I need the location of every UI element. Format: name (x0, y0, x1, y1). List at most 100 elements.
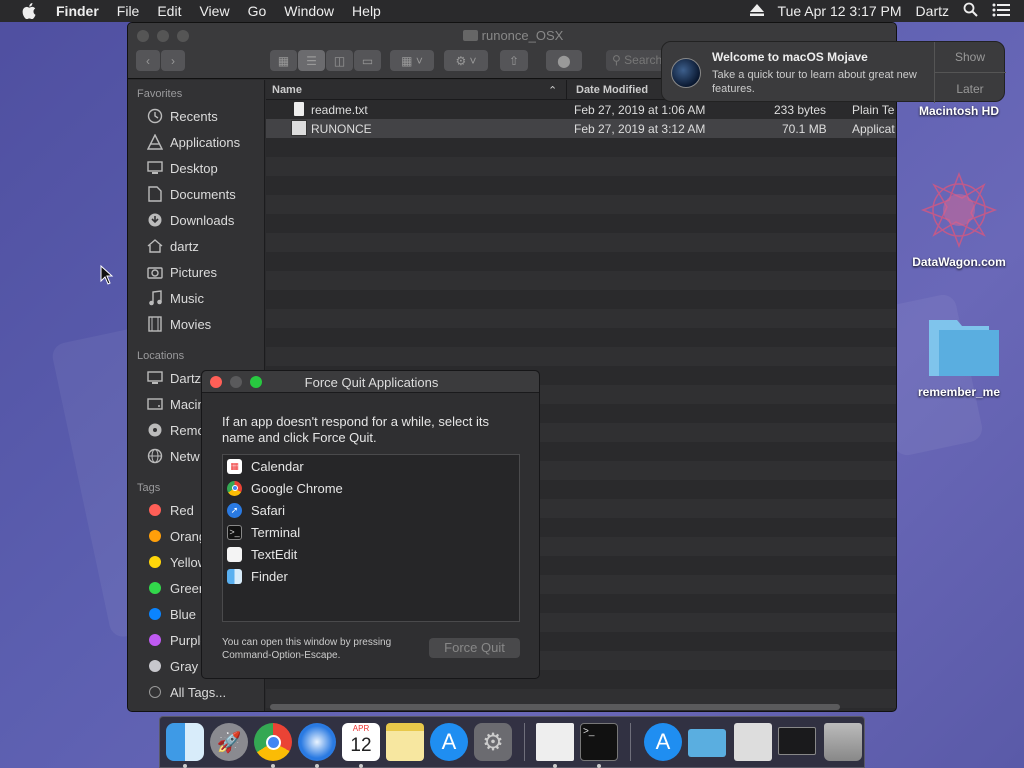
sidebar-item-movies[interactable]: Movies (146, 313, 266, 335)
sidebar-item-home[interactable]: dartz (146, 235, 266, 257)
menu-clock[interactable]: Tue Apr 12 3:17 PM (778, 3, 902, 19)
dock-notes-icon[interactable] (386, 723, 424, 761)
desktop-icon-datawagon[interactable]: DataWagon.com (899, 168, 1019, 269)
grid-icon: ▦ (277, 53, 290, 68)
file-date: Feb 27, 2019 at 3:12 AM (574, 122, 706, 136)
locations-header: Locations (137, 350, 185, 362)
sidebar-label: All Tags... (170, 684, 227, 700)
dock-textedit-icon[interactable] (536, 723, 574, 761)
app-list-item[interactable]: ▦ Calendar (223, 455, 519, 477)
sidebar-all-tags[interactable]: All Tags... (146, 681, 266, 703)
sidebar-label: Downloads (170, 212, 235, 228)
gallery-icon: ▭ (361, 53, 374, 68)
horizontal-scrollbar[interactable] (270, 704, 840, 710)
menu-help[interactable]: Help (352, 3, 381, 19)
dock-finder-icon[interactable] (166, 723, 204, 761)
notification-body: Take a quick tour to learn about great n… (712, 69, 917, 95)
app-list-item[interactable]: TextEdit (223, 543, 519, 565)
mojave-icon (671, 58, 701, 88)
search-input[interactable]: ⚲ Search (606, 50, 666, 71)
dock-minimized-window-icon[interactable] (778, 727, 816, 755)
desktop-icon-macintosh-hd[interactable]: Macintosh HD (899, 104, 1019, 118)
back-button[interactable]: ‹ (136, 50, 160, 71)
apple-menu-icon[interactable] (18, 0, 40, 22)
running-indicator (359, 764, 363, 768)
sidebar-item-music[interactable]: Music (146, 287, 266, 309)
dock-terminal-icon[interactable]: >_ (580, 723, 618, 761)
menu-user[interactable]: Dartz (916, 3, 949, 19)
sidebar-item-applications[interactable]: Applications (146, 131, 266, 153)
dock-preview-window-icon[interactable] (734, 723, 772, 761)
sidebar-item-downloads[interactable]: Downloads (146, 209, 266, 231)
dock-safari-icon[interactable] (298, 723, 336, 761)
notification-banner[interactable]: Welcome to macOS Mojave Take a quick tou… (661, 41, 1006, 103)
app-list-item[interactable]: Google Chrome (223, 477, 519, 499)
menu-file[interactable]: File (117, 3, 140, 19)
sidebar-item-pictures[interactable]: Pictures (146, 261, 266, 283)
mouse-cursor-icon (100, 264, 114, 288)
calendar-day: 12 (350, 735, 372, 756)
sidebar-label: Pictures (170, 264, 217, 280)
dock-downloads-folder-icon[interactable] (688, 729, 726, 757)
action-button[interactable]: ⚙ ˅ (444, 50, 488, 71)
force-quit-titlebar[interactable]: Force Quit Applications (202, 371, 539, 393)
force-quit-title: Force Quit Applications (304, 375, 439, 390)
force-quit-instructions: If an app doesn't respond for a while, s… (222, 414, 489, 445)
tag-button[interactable]: ⬤ (546, 50, 582, 71)
menu-go[interactable]: Go (248, 3, 267, 19)
column-date-header[interactable]: Date Modified (576, 84, 648, 96)
share-button[interactable]: ⇧ (500, 50, 528, 71)
list-view-button[interactable]: ☰ (298, 50, 325, 71)
sidebar-item-desktop[interactable]: Desktop (146, 157, 266, 179)
icon-view-button[interactable]: ▦ (270, 50, 297, 71)
file-row[interactable]: readme.txt Feb 27, 2019 at 1:06 AM 233 b… (266, 100, 896, 119)
sidebar-label: Music (170, 290, 204, 306)
dock-calendar-icon[interactable]: APR 12 (342, 723, 380, 761)
empty-row (266, 309, 896, 328)
music-note-icon (146, 289, 164, 307)
force-quit-window: Force Quit Applications If an app doesn'… (201, 370, 540, 679)
notification-divider (934, 72, 1006, 73)
desktop-icon-remember-me[interactable]: remember_me (899, 316, 1019, 399)
dock-launchpad-icon[interactable]: 🚀 (210, 723, 248, 761)
gallery-view-button[interactable]: ▭ (354, 50, 381, 71)
sidebar-label: Red (170, 502, 194, 518)
window-title-text: runonce_OSX (481, 28, 564, 43)
menu-app-name[interactable]: Finder (56, 3, 99, 19)
file-row[interactable]: RUNONCE Feb 27, 2019 at 3:12 AM 70.1 MB … (266, 119, 896, 138)
forward-button[interactable]: › (161, 50, 185, 71)
app-list-item[interactable]: Finder (223, 565, 519, 587)
file-kind: Plain Te (852, 103, 895, 117)
sidebar-item-recents[interactable]: Recents (146, 105, 266, 127)
finder-icon (227, 568, 242, 584)
column-view-button[interactable]: ◫ (326, 50, 353, 71)
column-name-header[interactable]: Name (272, 84, 302, 96)
dock-trash-icon[interactable] (824, 723, 862, 761)
tag-color-dot (149, 582, 161, 594)
tags-header: Tags (137, 482, 161, 494)
list-icon: ☰ (306, 53, 317, 68)
applications-icon (146, 133, 164, 151)
menu-window[interactable]: Window (284, 3, 334, 19)
menu-view[interactable]: View (199, 3, 229, 19)
eject-icon[interactable] (749, 3, 764, 19)
dock-chrome-icon[interactable] (254, 723, 292, 761)
notification-show-button[interactable]: Show (935, 50, 1005, 64)
notification-later-button[interactable]: Later (935, 82, 1005, 96)
file-date: Feb 27, 2019 at 1:06 AM (574, 103, 706, 117)
empty-row (266, 195, 896, 214)
notification-center-icon[interactable] (992, 3, 1010, 20)
sidebar-item-documents[interactable]: Documents (146, 183, 266, 205)
computer-icon (146, 369, 164, 387)
spotlight-search-icon[interactable] (963, 2, 978, 20)
app-list-item[interactable]: >_ Terminal (223, 521, 519, 543)
dock-system-preferences-icon[interactable]: ⚙ (474, 723, 512, 761)
hard-drive-icon (146, 395, 164, 413)
force-quit-button[interactable]: Force Quit (429, 638, 520, 658)
dock-app-store-icon[interactable]: A (430, 723, 468, 761)
group-button[interactable]: ▦ ˅ (390, 50, 434, 71)
menu-edit[interactable]: Edit (157, 3, 181, 19)
app-name: Safari (251, 502, 285, 518)
app-list-item[interactable]: ➚ Safari (223, 499, 519, 521)
dock-applications-folder-icon[interactable]: A (644, 723, 682, 761)
